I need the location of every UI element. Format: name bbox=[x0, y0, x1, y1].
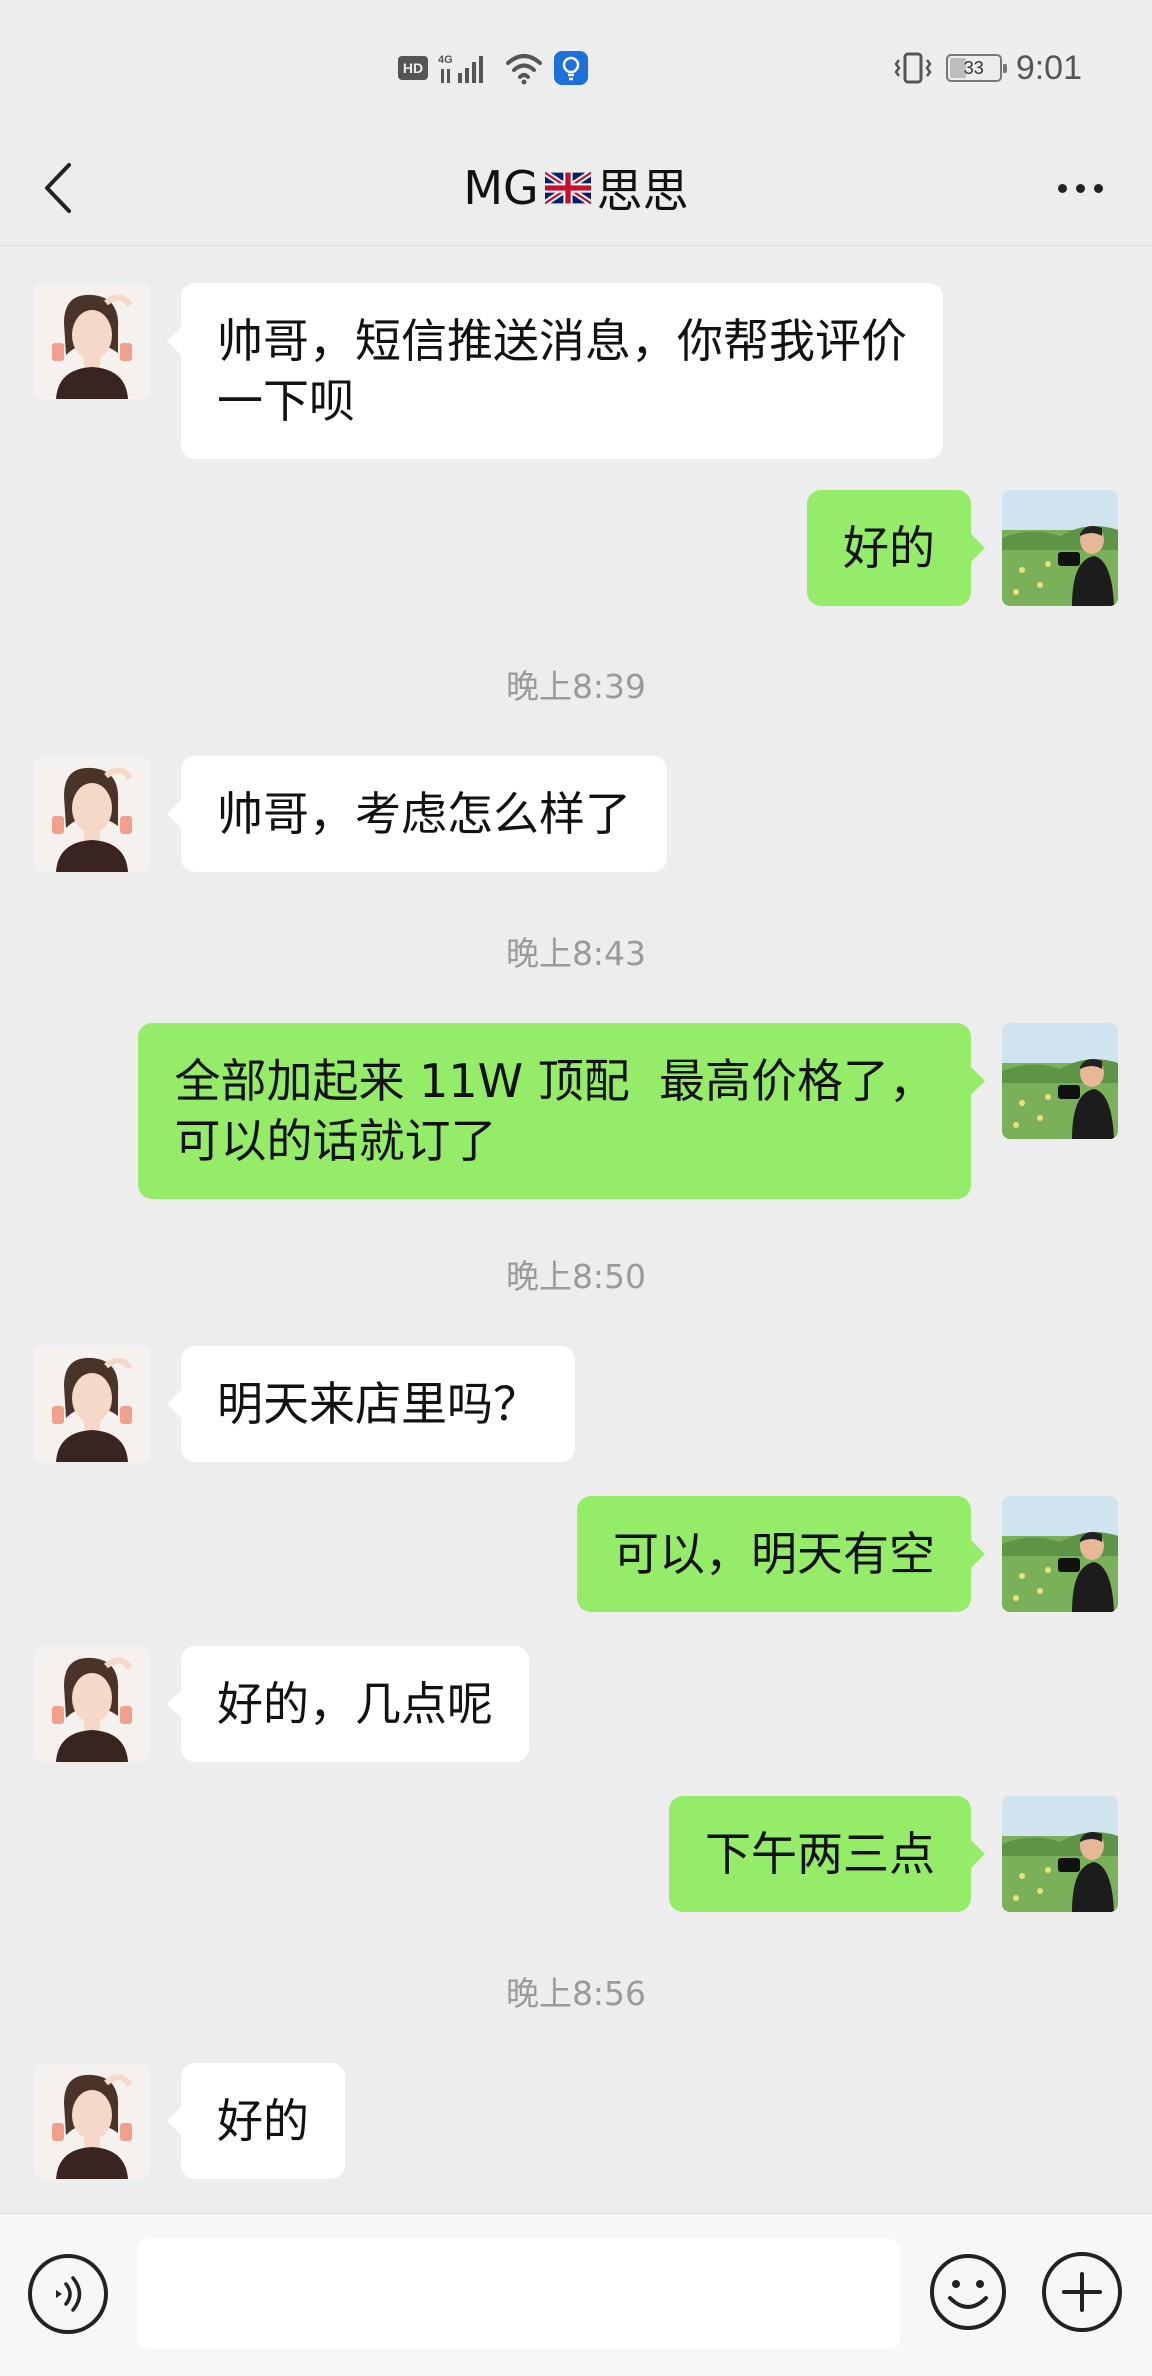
contact-avatar[interactable] bbox=[34, 1346, 150, 1462]
dot-icon bbox=[1057, 183, 1067, 193]
timestamp: 晚上8:39 bbox=[505, 667, 647, 706]
plus-button[interactable] bbox=[1042, 2252, 1122, 2332]
dot-icon bbox=[1093, 183, 1103, 193]
status-bar: HD 4G 33 9:01 bbox=[0, 0, 1152, 130]
chat-title-name: 思思 bbox=[596, 164, 689, 218]
timestamp: 晚上8:56 bbox=[505, 1974, 647, 2013]
status-icons-left: HD 4G bbox=[398, 48, 588, 88]
user-avatar[interactable] bbox=[1002, 1023, 1118, 1139]
contact-avatar[interactable] bbox=[34, 2063, 150, 2179]
plus-icon bbox=[1062, 2272, 1102, 2312]
more-options-button[interactable] bbox=[1048, 158, 1112, 218]
user-avatar[interactable] bbox=[1002, 490, 1118, 606]
voice-button[interactable] bbox=[28, 2254, 108, 2334]
message-bubble[interactable]: 可以，明天有空 bbox=[577, 1496, 985, 1612]
message-list[interactable]: 帅哥，短信推送消息，你帮我评价 一下呗 好的 晚上8:39 帅哥，考虑怎么样了 … bbox=[0, 247, 1152, 2213]
contact-avatar[interactable] bbox=[34, 756, 150, 872]
vibrate-icon bbox=[894, 52, 932, 84]
svg-text:4G: 4G bbox=[438, 54, 453, 66]
battery-icon: 33 bbox=[945, 54, 1007, 82]
status-icons-right: 33 9:01 bbox=[894, 46, 1082, 90]
input-bar bbox=[0, 2213, 1152, 2376]
message-bubble[interactable]: 全部加起来 11W 顶配 最高价格了， 可以的话就订了 bbox=[138, 1023, 985, 1199]
emoji-icon bbox=[930, 2254, 1006, 2330]
timestamp: 晚上8:43 bbox=[505, 934, 647, 973]
dot-icon bbox=[1075, 183, 1085, 193]
bulb-icon bbox=[554, 51, 588, 85]
hd-badge: HD bbox=[398, 56, 428, 80]
user-avatar[interactable] bbox=[1002, 1796, 1118, 1912]
message-bubble[interactable]: 帅哥，短信推送消息，你帮我评价 一下呗 bbox=[167, 283, 943, 459]
nav-bar: MG 思思 bbox=[0, 130, 1152, 246]
battery-level: 33 bbox=[963, 57, 984, 78]
timestamp: 晚上8:50 bbox=[505, 1257, 647, 1296]
message-bubble[interactable]: 下午两三点 bbox=[669, 1796, 985, 1912]
message-input[interactable] bbox=[138, 2239, 900, 2349]
chat-title: MG 思思 bbox=[0, 130, 1152, 246]
uk-flag-icon bbox=[544, 172, 591, 204]
chat-title-prefix: MG bbox=[463, 161, 539, 215]
emoji-button[interactable] bbox=[928, 2252, 1008, 2332]
message-bubble[interactable]: 明天来店里吗？ bbox=[167, 1346, 575, 1462]
voice-icon bbox=[56, 2276, 82, 2312]
contact-avatar[interactable] bbox=[34, 1646, 150, 1762]
signal-icon: 4G bbox=[438, 54, 483, 83]
wifi-icon bbox=[506, 54, 542, 85]
clock: 9:01 bbox=[1015, 48, 1082, 87]
message-bubble[interactable]: 好的 bbox=[807, 490, 985, 606]
contact-avatar[interactable] bbox=[34, 283, 150, 399]
user-avatar[interactable] bbox=[1002, 1496, 1118, 1612]
chat-screen: HD 4G 33 9:01 MG 思思 帅哥，短信推送消息，你帮我评价 一下呗 … bbox=[0, 0, 1152, 2376]
message-bubble[interactable]: 好的，几点呢 bbox=[167, 1646, 529, 1762]
message-bubble[interactable]: 好的 bbox=[167, 2063, 345, 2179]
message-bubble[interactable]: 帅哥，考虑怎么样了 bbox=[167, 756, 667, 872]
